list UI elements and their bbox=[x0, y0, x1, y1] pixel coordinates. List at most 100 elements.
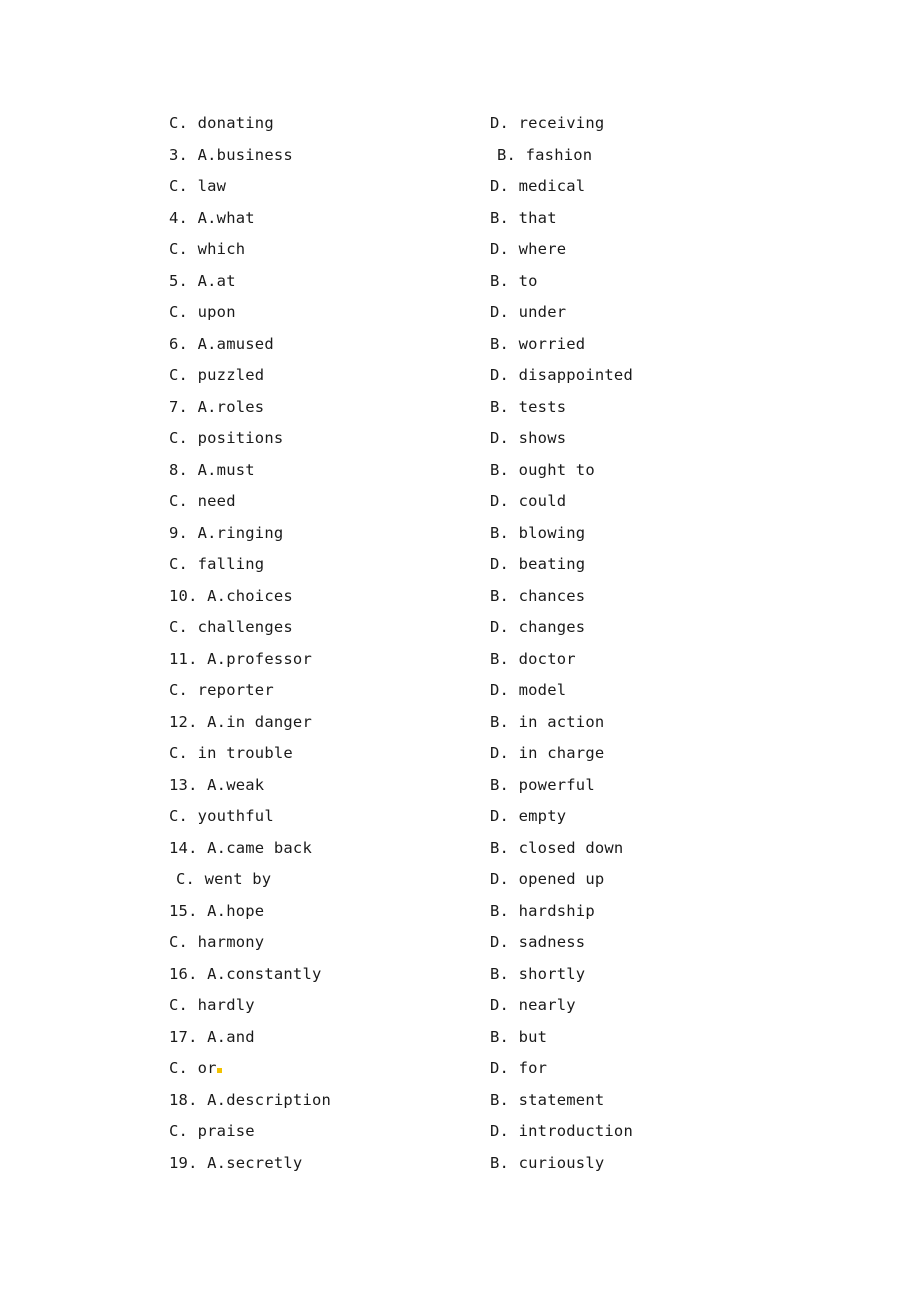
option-left: 7. A.roles bbox=[169, 397, 265, 416]
option-left: C. hardly bbox=[169, 996, 255, 1014]
option-row: C. reporter D. model bbox=[0, 675, 920, 707]
option-right: D. nearly bbox=[490, 996, 576, 1014]
option-row: C. positions D. shows bbox=[0, 423, 920, 455]
option-left: 17. A.and bbox=[169, 1027, 255, 1046]
option-right: B. curiously bbox=[490, 1153, 605, 1172]
option-right: D. beating bbox=[490, 555, 586, 573]
option-row: C. need D. could bbox=[0, 486, 920, 518]
option-row: 7. A.roles B. tests bbox=[0, 392, 920, 424]
option-right: D. where bbox=[490, 240, 567, 258]
option-row: C. challenges D. changes bbox=[0, 612, 920, 644]
option-left: C. went by bbox=[176, 870, 272, 888]
option-row: C. harmony D. sadness bbox=[0, 927, 920, 959]
option-right: B. hardship bbox=[490, 901, 595, 920]
option-right: B. fashion bbox=[497, 145, 593, 164]
option-right: B. worried bbox=[490, 334, 586, 353]
option-row: 3. A.business B. fashion bbox=[0, 140, 920, 172]
option-left: C. puzzled bbox=[169, 366, 265, 384]
option-left: 13. A.weak bbox=[169, 775, 265, 794]
option-row: C. praise D. introduction bbox=[0, 1116, 920, 1148]
option-left: C. positions bbox=[169, 429, 284, 447]
option-row: C. in trouble D. in charge bbox=[0, 738, 920, 770]
option-left: 4. A.what bbox=[169, 208, 255, 227]
option-row: 10. A.choices B. chances bbox=[0, 581, 920, 613]
option-right: D. in charge bbox=[490, 744, 605, 762]
option-right: D. sadness bbox=[490, 933, 586, 951]
option-right: B. blowing bbox=[490, 523, 586, 542]
option-right: B. shortly bbox=[490, 964, 586, 983]
option-left: 8. A.must bbox=[169, 460, 255, 479]
option-right: B. closed down bbox=[490, 838, 624, 857]
option-right: B. tests bbox=[490, 397, 567, 416]
option-row: C. puzzled D. disappointed bbox=[0, 360, 920, 392]
option-left: 9. A.ringing bbox=[169, 523, 284, 542]
option-row: 4. A.what B. that bbox=[0, 203, 920, 235]
option-left: C. which bbox=[169, 240, 246, 258]
option-row: C. donating D. receiving bbox=[0, 108, 920, 140]
option-row: C. falling D. beating bbox=[0, 549, 920, 581]
option-right: D. receiving bbox=[490, 114, 605, 132]
option-row: 14. A.came back B. closed down bbox=[0, 833, 920, 865]
option-right: B. but bbox=[490, 1027, 548, 1046]
option-row: 5. A.at B. to bbox=[0, 266, 920, 298]
option-left: 10. A.choices bbox=[169, 586, 293, 605]
option-left: 15. A.hope bbox=[169, 901, 265, 920]
multiple-choice-option-list: C. donating D. receiving 3. A.business B. f… bbox=[0, 108, 920, 1179]
option-right: B. statement bbox=[490, 1090, 605, 1109]
option-row: 6. A.amused B. worried bbox=[0, 329, 920, 361]
option-left: 12. A.in danger bbox=[169, 712, 312, 731]
document-page: C. donating D. receiving 3. A.business B. f… bbox=[0, 0, 920, 1302]
option-row: C. upon D. under bbox=[0, 297, 920, 329]
option-right: B. powerful bbox=[490, 775, 595, 794]
option-left: C. upon bbox=[169, 303, 236, 321]
highlight-mark-icon bbox=[216, 1068, 222, 1073]
option-right: D. empty bbox=[490, 807, 567, 825]
option-left: C. need bbox=[169, 492, 236, 510]
option-left: 18. A.description bbox=[169, 1090, 332, 1109]
option-row: C. or D. for bbox=[0, 1053, 920, 1085]
option-left: C. harmony bbox=[169, 933, 265, 951]
option-right: B. chances bbox=[490, 586, 586, 605]
option-row: 19. A.secretly B. curiously bbox=[0, 1148, 920, 1180]
option-left: 16. A.constantly bbox=[169, 964, 322, 983]
option-right: D. shows bbox=[490, 429, 567, 447]
option-right: D. changes bbox=[490, 618, 586, 636]
option-row: 12. A.in danger B. in action bbox=[0, 707, 920, 739]
option-left: 5. A.at bbox=[169, 271, 236, 290]
option-left: 3. A.business bbox=[169, 145, 293, 164]
option-left: 14. A.came back bbox=[169, 838, 312, 857]
option-left: C. falling bbox=[169, 555, 265, 573]
option-right: B. ought to bbox=[490, 460, 595, 479]
option-row: 8. A.must B. ought to bbox=[0, 455, 920, 487]
option-right: D. model bbox=[490, 681, 567, 699]
option-row: 11. A.professor B. doctor bbox=[0, 644, 920, 676]
option-right: B. to bbox=[490, 271, 538, 290]
option-row: 16. A.constantly B. shortly bbox=[0, 959, 920, 991]
option-row: C. youthful D. empty bbox=[0, 801, 920, 833]
option-right: D. under bbox=[490, 303, 567, 321]
option-row: 9. A.ringing B. blowing bbox=[0, 518, 920, 550]
option-row: 13. A.weak B. powerful bbox=[0, 770, 920, 802]
option-right: B. in action bbox=[490, 712, 605, 731]
option-right: B. doctor bbox=[490, 649, 576, 668]
option-left: C. reporter bbox=[169, 681, 274, 699]
option-row: C. went by D. opened up bbox=[0, 864, 920, 896]
option-right: D. for bbox=[490, 1059, 548, 1077]
option-left: C. youthful bbox=[169, 807, 274, 825]
option-row: 17. A.and B. but bbox=[0, 1022, 920, 1054]
option-row: C. which D. where bbox=[0, 234, 920, 266]
option-row: C. hardly D. nearly bbox=[0, 990, 920, 1022]
option-right: D. disappointed bbox=[490, 366, 633, 384]
option-right: D. could bbox=[490, 492, 567, 510]
option-right: D. introduction bbox=[490, 1122, 633, 1140]
option-left: C. or bbox=[169, 1053, 222, 1085]
option-left: 6. A.amused bbox=[169, 334, 274, 353]
option-left: C. challenges bbox=[169, 618, 293, 636]
option-right: D. opened up bbox=[490, 870, 605, 888]
option-row: C. law D. medical bbox=[0, 171, 920, 203]
option-left: C. donating bbox=[169, 114, 274, 132]
option-left: C. in trouble bbox=[169, 744, 293, 762]
option-left: 19. A.secretly bbox=[169, 1153, 303, 1172]
option-left: C. praise bbox=[169, 1122, 255, 1140]
option-row: 15. A.hope B. hardship bbox=[0, 896, 920, 928]
